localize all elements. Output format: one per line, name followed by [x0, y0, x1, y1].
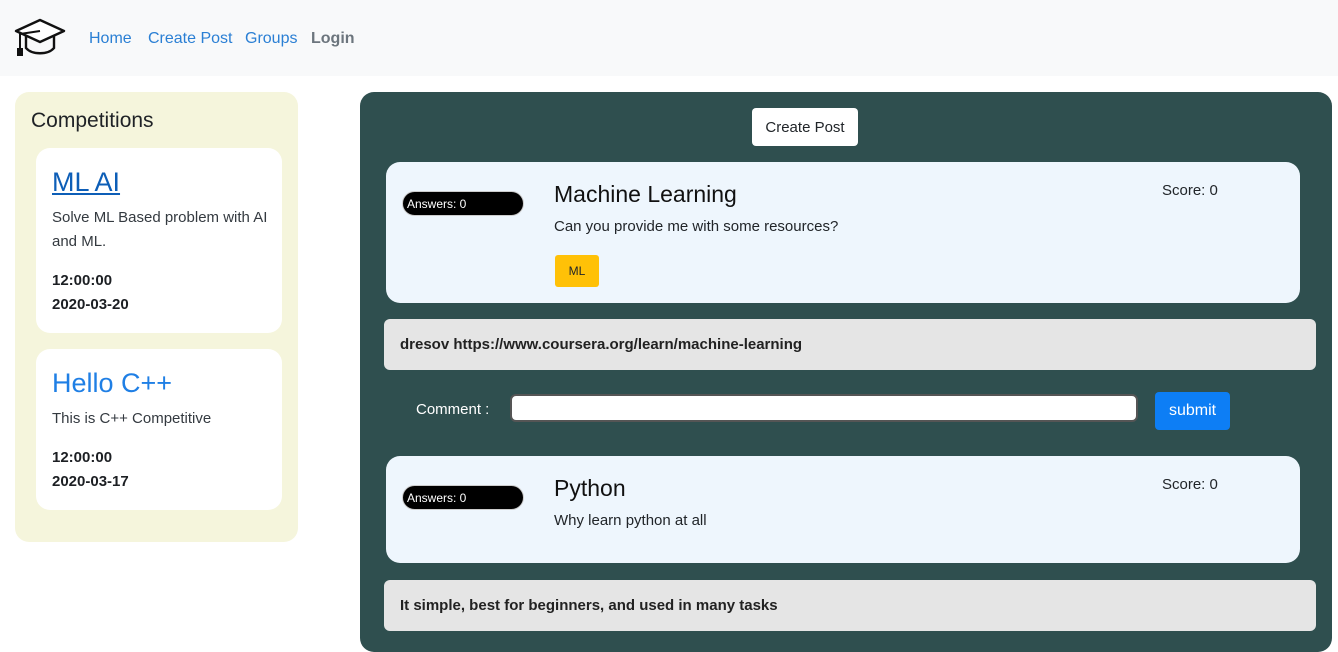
posts-feed: Create Post Answers: 0 Machine Learning …	[360, 92, 1332, 652]
create-post-button[interactable]: Create Post	[752, 108, 858, 146]
competition-card: ML AI Solve ML Based problem with AI and…	[36, 148, 282, 333]
navbar: Home Create Post Groups Login	[0, 0, 1338, 76]
post-card: Answers: 0 Machine Learning Can you prov…	[386, 162, 1300, 303]
competition-title-link[interactable]: ML AI	[52, 166, 120, 198]
post-body: Can you provide me with some resources?	[554, 218, 839, 235]
competition-time: 12:00:00	[52, 449, 113, 466]
answers-badge: Answers: 0	[402, 485, 524, 510]
post-score: Score: 0	[1162, 182, 1218, 199]
answers-badge: Answers: 0	[402, 191, 524, 216]
post-score: Score: 0	[1162, 476, 1218, 493]
comment-input[interactable]	[510, 394, 1138, 422]
comment-label: Comment :	[416, 401, 490, 418]
competition-time: 12:00:00	[52, 272, 113, 289]
competition-date: 2020-03-17	[52, 473, 129, 490]
submit-button[interactable]: submit	[1155, 392, 1230, 430]
post-title[interactable]: Machine Learning	[554, 180, 737, 208]
competition-description: This is C++ Competitive	[52, 410, 212, 427]
nav-link-home[interactable]: Home	[89, 29, 132, 49]
nav-link-groups[interactable]: Groups	[245, 29, 297, 49]
comment-text: It simple, best for beginners, and used …	[400, 597, 778, 614]
nav-link-login[interactable]: Login	[311, 29, 355, 49]
competitions-sidebar: Competitions ML AI Solve ML Based proble…	[15, 92, 298, 542]
comment: It simple, best for beginners, and used …	[384, 580, 1316, 631]
nav-link-create-post[interactable]: Create Post	[148, 29, 232, 49]
post-body: Why learn python at all	[554, 512, 707, 529]
competition-description: Solve ML Based problem with AI and ML.	[52, 209, 268, 250]
post-tag[interactable]: ML	[555, 255, 599, 287]
post-title[interactable]: Python	[554, 474, 626, 502]
post-card: Answers: 0 Python Why learn python at al…	[386, 456, 1300, 563]
sidebar-title: Competitions	[31, 109, 154, 132]
competition-card: Hello C++ This is C++ Competitive 12:00:…	[36, 349, 282, 510]
comment-text: dresov https://www.coursera.org/learn/ma…	[400, 336, 803, 353]
competition-date: 2020-03-20	[52, 296, 129, 313]
comment: dresov https://www.coursera.org/learn/ma…	[384, 319, 1316, 370]
graduation-cap-icon[interactable]	[14, 17, 66, 59]
competition-title[interactable]: Hello C++	[52, 367, 172, 399]
